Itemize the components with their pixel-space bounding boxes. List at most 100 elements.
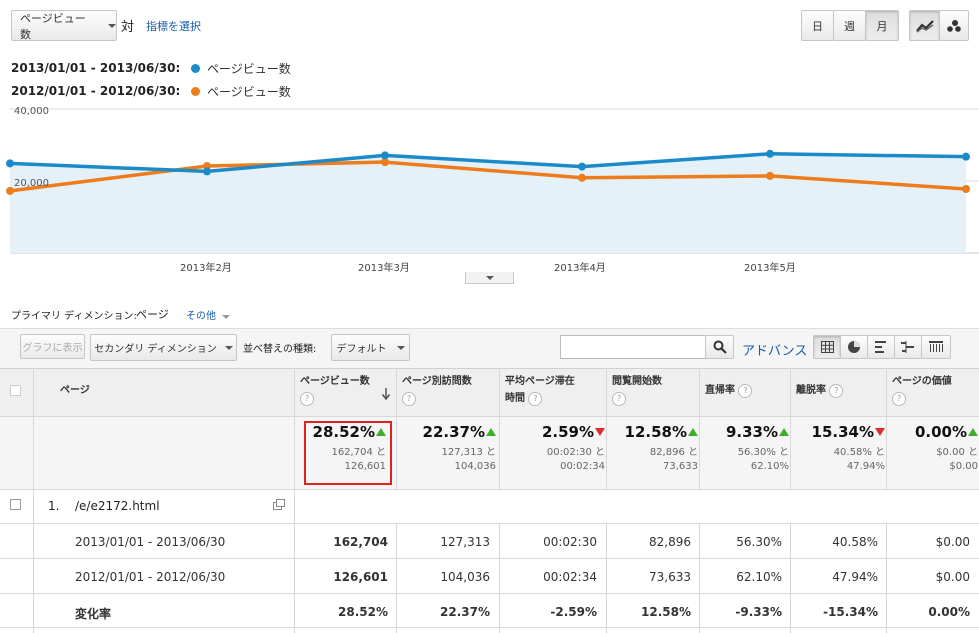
data-point[interactable] [381, 151, 389, 160]
data-point[interactable] [578, 173, 586, 182]
arrow-up-icon [486, 428, 496, 436]
summary-cell: 2.59% 00:02:30 と 00:02:34 [499, 423, 605, 474]
summary-cell: 28.52% 162,704 と 126,601 [296, 423, 386, 474]
summary-change-percent: 28.52% [312, 423, 375, 441]
table-cell: 00:02:34 [543, 570, 597, 584]
line-chart-view-button[interactable] [909, 10, 940, 41]
primary-dimension-label: プライマリ ディメンション: [11, 311, 137, 322]
table-column-divider [699, 523, 700, 633]
comparison-view-button[interactable] [894, 335, 922, 359]
sort-type-select[interactable]: デフォルト [331, 334, 410, 361]
data-point[interactable] [766, 171, 774, 180]
chevron-down-icon [396, 345, 405, 350]
data-point[interactable] [6, 186, 14, 195]
column-header-page[interactable]: ページ [54, 368, 284, 416]
sort-type-value: デフォルト [336, 344, 387, 355]
performance-view-button[interactable] [867, 335, 895, 359]
summary-compare-b: 104,036 [454, 461, 496, 472]
advanced-filter-link[interactable]: アドバンス [742, 340, 807, 359]
period-week-button[interactable]: 週 [833, 10, 866, 41]
row-checkbox[interactable] [10, 499, 21, 510]
column-header-avg-time[interactable]: 平均ページ滞在 時間 ? [499, 368, 606, 416]
summary-change-percent: 15.34% [811, 423, 874, 441]
legend-label-current: ページビュー数 [207, 62, 291, 76]
table-cell: 73,633 [649, 570, 691, 584]
column-header-label: 直帰率 [705, 385, 735, 396]
table-view-button[interactable] [813, 335, 841, 359]
column-header-exit-rate[interactable]: 離脱率 ? [790, 368, 886, 416]
pie-view-button[interactable] [840, 335, 868, 359]
table-search-input[interactable] [560, 335, 706, 359]
column-header-bounce-rate[interactable]: 直帰率 ? [699, 368, 790, 416]
change-rate-label: 変化率 [75, 607, 112, 621]
x-tick-label: 2013年4月 [554, 263, 606, 274]
help-icon[interactable]: ? [892, 392, 906, 406]
x-tick-label: 2013年3月 [358, 263, 410, 274]
column-header-label: ページ [60, 385, 90, 396]
data-point[interactable] [6, 159, 14, 168]
table-column-divider [606, 368, 607, 489]
secondary-dimension-label: セカンダリ ディメンション [94, 344, 217, 355]
table-cell: 104,036 [440, 570, 490, 584]
table-cell: 127,313 [440, 535, 490, 549]
summary-compare-b: 00:02:34 [560, 461, 605, 472]
legend-range-current: 2013/01/01 - 2013/06/30: [11, 61, 181, 75]
open-page-icon[interactable] [273, 499, 285, 510]
summary-compare-b: 62.10% [750, 461, 789, 472]
table-cell: 0.00% [928, 605, 970, 619]
metric-select[interactable]: ページビュー数 [11, 10, 117, 41]
select-metric-link[interactable]: 指標を選択 [146, 18, 201, 34]
column-header-label: 平均ページ滞在 [505, 376, 575, 387]
data-point[interactable] [203, 167, 211, 176]
table-cell: -15.34% [823, 605, 878, 619]
summary-compare-a: 56.30% と [737, 447, 789, 458]
column-header-entrances[interactable]: 閲覧開始数 ? [606, 368, 699, 416]
summary-compare-b: 126,601 [344, 461, 386, 472]
summary-change-percent: 2.59% [541, 423, 594, 441]
data-point[interactable] [962, 152, 970, 161]
row-page-link[interactable]: /e/e2172.html [75, 499, 160, 513]
column-header-label: 閲覧開始数 [612, 376, 662, 387]
arrow-down-icon [875, 428, 885, 436]
help-icon[interactable]: ? [300, 392, 314, 406]
data-point[interactable] [962, 185, 970, 193]
bubble-chart-icon [947, 19, 961, 32]
primary-dimension-value: ページ [136, 308, 169, 321]
secondary-dimension-select[interactable]: セカンダリ ディメンション [90, 334, 237, 361]
table-cell: 56.30% [736, 535, 782, 549]
table-column-divider [499, 523, 500, 633]
summary-compare-a: 162,704 と [331, 447, 386, 458]
help-icon[interactable]: ? [738, 384, 753, 398]
column-header-pageviews[interactable]: ページビュー数 ? [294, 368, 395, 416]
table-column-divider [396, 523, 397, 633]
sort-descending-icon [382, 388, 390, 400]
plot-rows-button[interactable]: グラフに表示 [20, 334, 85, 359]
table-cell: 22.37% [440, 605, 490, 619]
other-dimension-link[interactable]: その他 [186, 307, 231, 322]
summary-compare-a: $0.00 と [936, 447, 978, 458]
search-button[interactable] [705, 335, 734, 359]
term-cloud-view-button[interactable] [921, 335, 951, 359]
data-point[interactable] [578, 162, 586, 171]
help-icon[interactable]: ? [612, 392, 626, 406]
period-day-button[interactable]: 日 [801, 10, 834, 41]
table-cell: $0.00 [935, 570, 970, 584]
table-cell: 28.52% [338, 605, 388, 619]
motion-chart-view-button[interactable] [939, 10, 969, 41]
table-cell: 162,704 [333, 535, 388, 549]
help-icon[interactable]: ? [528, 392, 543, 406]
summary-compare-a: 00:02:30 と [546, 447, 605, 458]
column-header-label: ページ別訪問数 [402, 376, 472, 387]
help-icon[interactable]: ? [402, 392, 416, 406]
help-icon[interactable]: ? [829, 384, 844, 398]
period-month-button[interactable]: 月 [865, 10, 899, 41]
table-cell: 126,601 [333, 570, 388, 584]
chart-collapse-handle[interactable] [465, 272, 514, 284]
select-all-checkbox[interactable] [10, 385, 21, 396]
column-header-page-value[interactable]: ページの価値 ? [886, 368, 979, 416]
metric-select-value: ページビュー数 [20, 11, 86, 41]
column-header-unique-pageviews[interactable]: ページ別訪問数 ? [396, 368, 499, 416]
other-dimension-label: その他 [186, 311, 216, 322]
data-point[interactable] [766, 149, 774, 158]
chevron-down-icon [108, 23, 116, 28]
